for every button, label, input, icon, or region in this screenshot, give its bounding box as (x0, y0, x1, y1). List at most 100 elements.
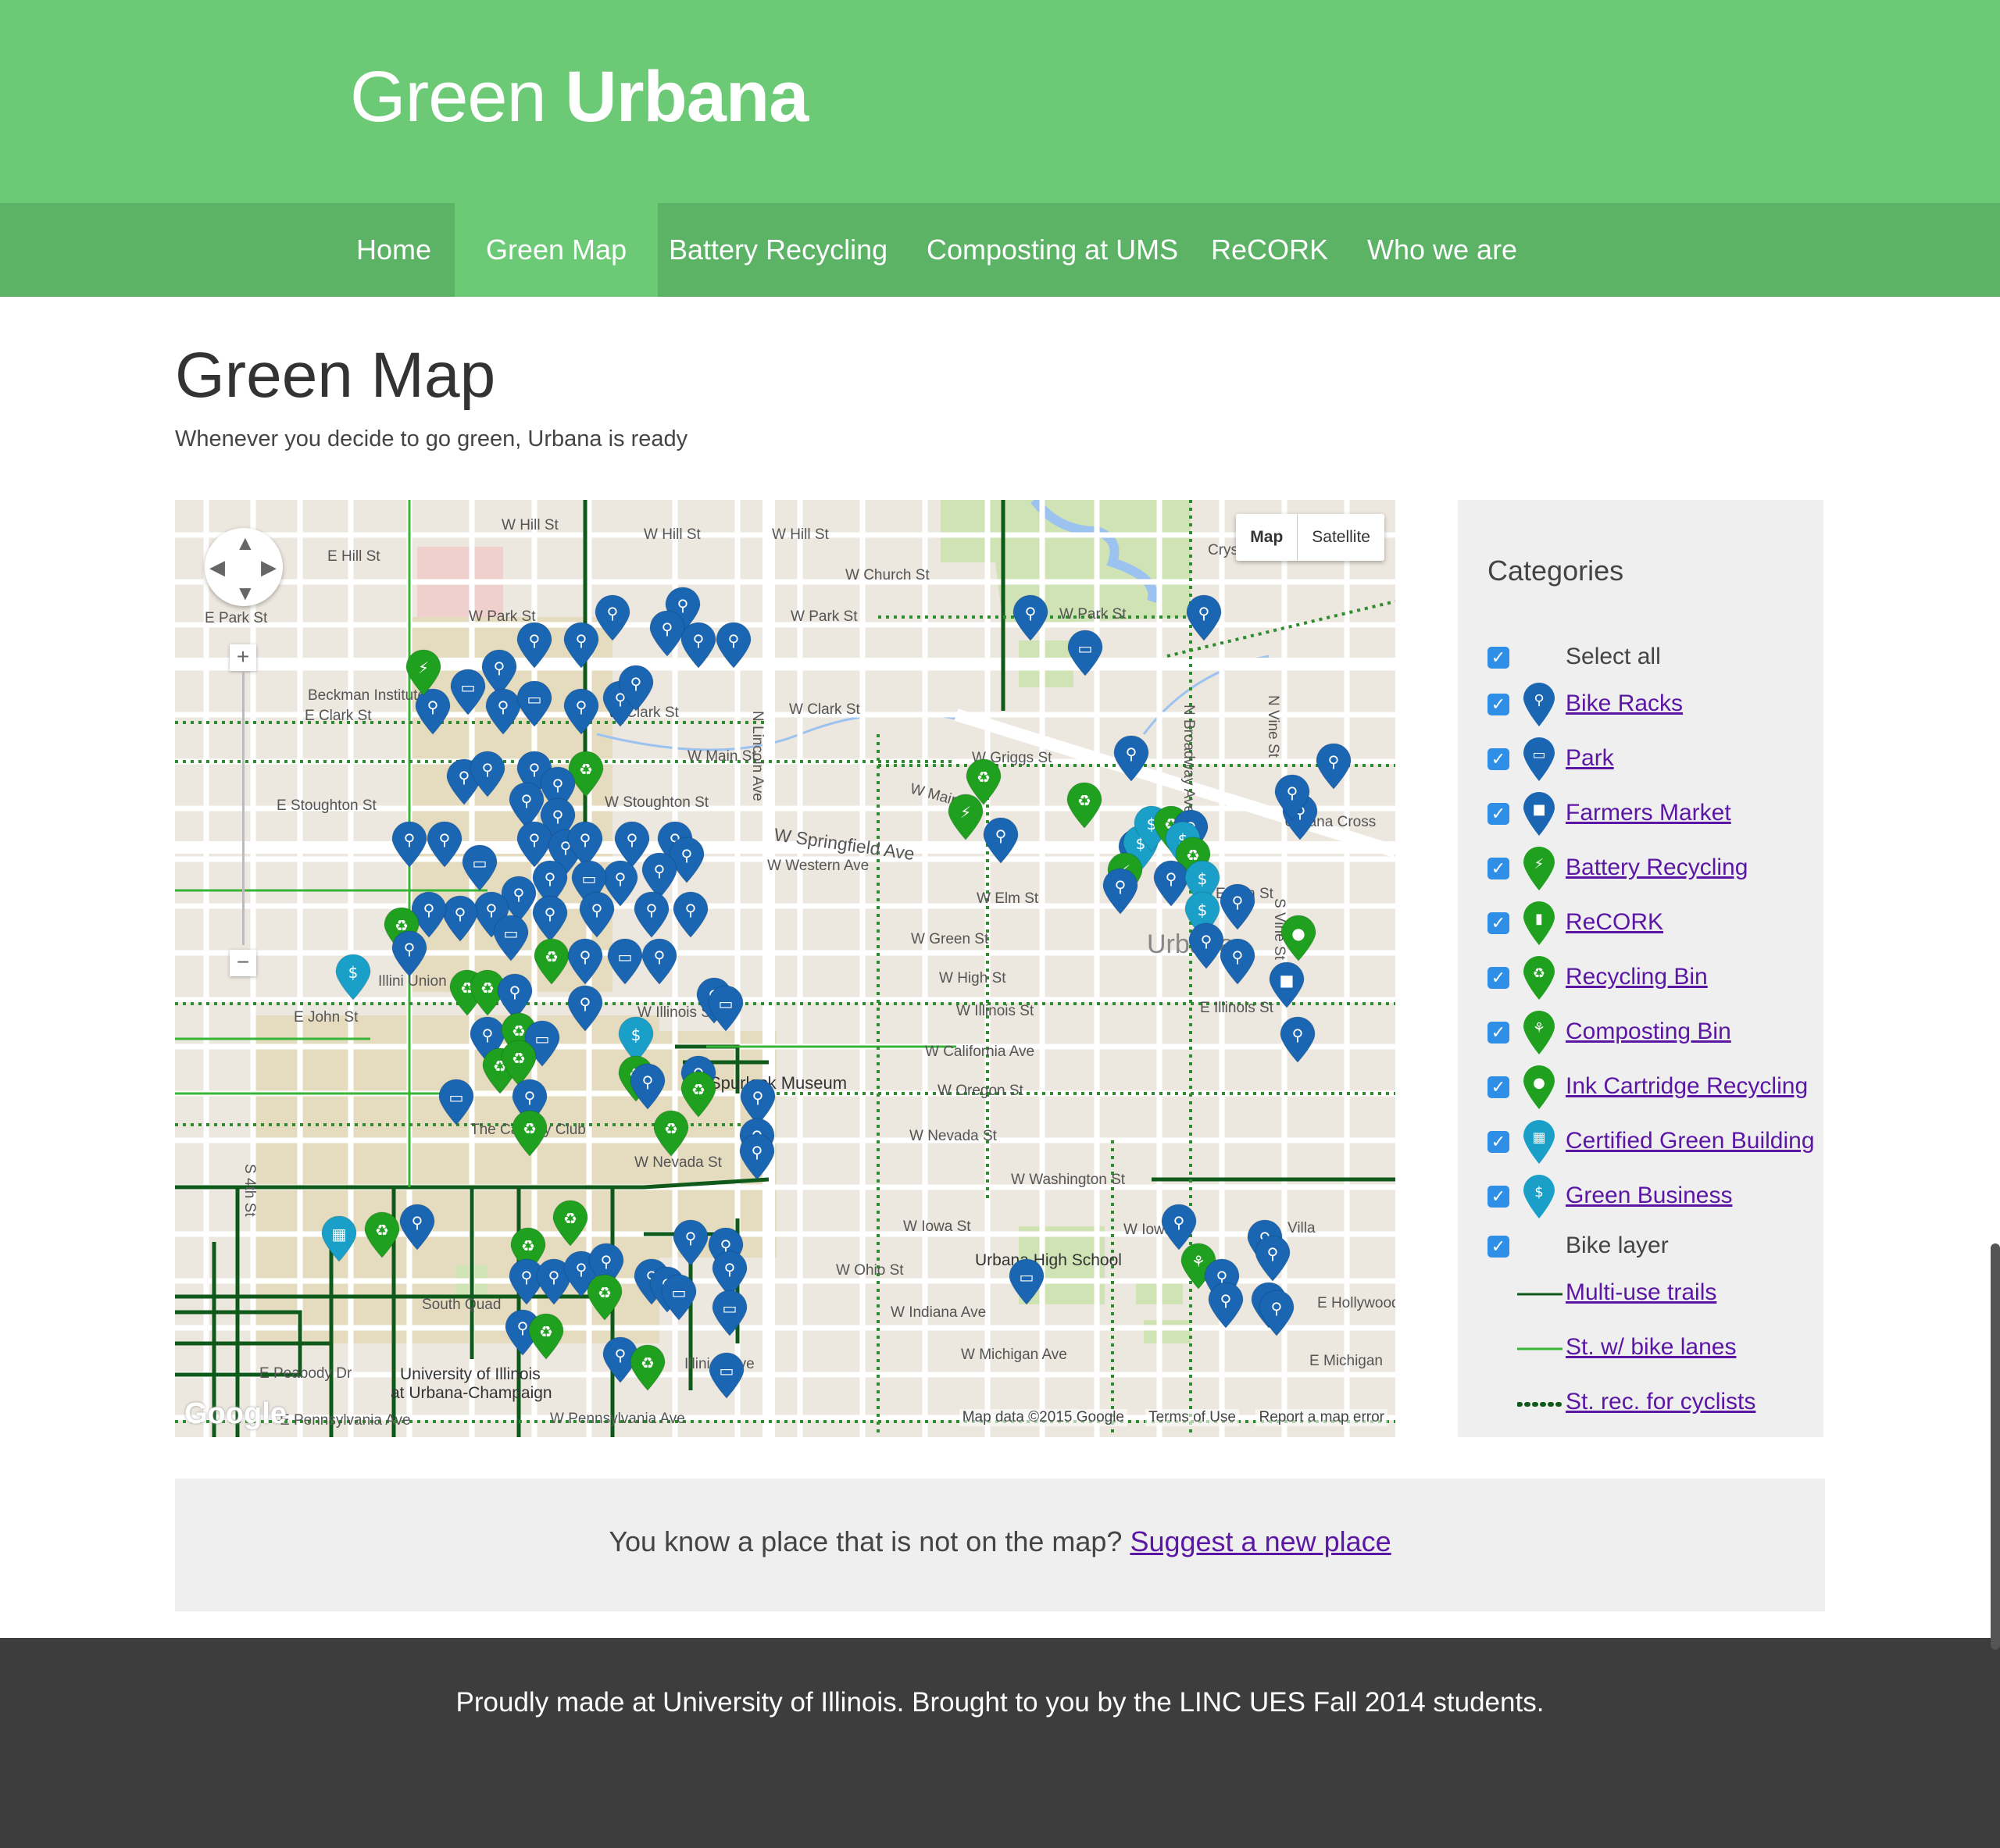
pan-left-icon[interactable]: ◀ (209, 557, 225, 577)
green-map[interactable]: W Hill St W Hill St W Hill St E Hill St … (175, 500, 1395, 1437)
pan-right-icon[interactable]: ▶ (261, 557, 277, 577)
park-marker[interactable]: ▭ (438, 1079, 474, 1126)
category-link[interactable]: Green Business (1566, 1183, 1732, 1209)
category-link[interactable]: Recycling Bin (1566, 964, 1708, 990)
bike-rack-marker[interactable]: ⚲ (1316, 743, 1352, 790)
category-checkbox[interactable]: ✓ (1488, 748, 1509, 770)
category-battery-recycling[interactable]: ✓ ⚡ Battery Recycling (1488, 845, 1816, 890)
bike-rack-marker[interactable]: ⚲ (1259, 1290, 1295, 1336)
category-checkbox[interactable]: ✓ (1488, 1131, 1509, 1153)
bike-rack-marker[interactable]: ⚲ (532, 895, 568, 942)
bike-rack-marker[interactable]: ⚲ (516, 622, 552, 669)
nav-battery-recycling[interactable]: Battery Recycling (638, 203, 919, 297)
bike-rack-marker[interactable]: ⚲ (579, 891, 615, 938)
bike-rack-marker[interactable]: ⚲ (427, 821, 462, 868)
bike-rack-marker[interactable]: ⚲ (1220, 938, 1255, 985)
bike-rack-marker[interactable]: ⚲ (680, 622, 716, 669)
category-link[interactable]: Bike Racks (1566, 690, 1683, 717)
category-link[interactable]: Composting Bin (1566, 1019, 1731, 1045)
bike-rack-marker[interactable]: ⚲ (509, 782, 545, 829)
marker-layer[interactable]: ⚲ ⚲ ⚲ ⚲ ⚲ ⚲ ⚲ ⚲ ▭ ⚲ ⚲ ▭ ⚲ ⚲ ⚲ ⚡ ♻ ⚲ ⚲ ⚲ ⚲ ⚲ ⚲ ⚲ ⚲ ▭ ⚲ ⚲ ⚲ ⚲ ⚲ ⚲ ⚲ ⚲ ▭ ⚲ ⚲ ⚲ ⚲ ⚲… (175, 500, 1395, 1437)
recycling-bin-marker[interactable]: ♻ (534, 938, 570, 985)
park-marker[interactable]: ▭ (450, 669, 486, 715)
category-checkbox[interactable]: ✓ (1488, 1186, 1509, 1208)
nav-home[interactable]: Home (325, 203, 462, 297)
bike-rack-marker[interactable]: ⚲ (630, 1063, 666, 1110)
bike-rack-marker[interactable]: ⚲ (415, 688, 451, 735)
bike-rack-marker[interactable]: ⚲ (563, 688, 599, 735)
category-checkbox[interactable]: ✓ (1488, 1022, 1509, 1044)
recycling-bin-marker[interactable]: ♻ (630, 1344, 666, 1391)
bike-rack-marker[interactable]: ⚲ (1102, 868, 1138, 915)
category-recycling-bin[interactable]: ✓ ♻ Recycling Bin (1488, 954, 1816, 1000)
zoom-out-button[interactable]: − (230, 950, 256, 976)
bike-rack-marker[interactable]: ⚲ (1153, 860, 1189, 907)
ink-cartridge-marker[interactable]: ● (1280, 915, 1316, 961)
select-all-row[interactable]: ✓ Select all (1488, 634, 1816, 678)
bike-rack-marker[interactable]: ⚲ (641, 938, 677, 985)
bike-rack-marker[interactable]: ⚲ (497, 973, 533, 1020)
green-business-marker[interactable]: $ (618, 1016, 654, 1063)
category-recork[interactable]: ✓ ▮ ReCORK (1488, 900, 1816, 945)
bike-rack-marker[interactable]: ⚲ (1186, 594, 1222, 641)
bike-rack-marker[interactable]: ⚲ (649, 610, 685, 657)
bike-rack-marker[interactable]: ⚲ (716, 622, 752, 669)
bike-rack-marker[interactable]: ⚲ (740, 1079, 776, 1126)
category-checkbox[interactable]: ✓ (1488, 967, 1509, 989)
bike-rack-marker[interactable]: ⚲ (567, 938, 603, 985)
recycling-bin-marker[interactable]: ♻ (1066, 782, 1102, 829)
category-link[interactable]: Ink Cartridge Recycling (1566, 1073, 1808, 1100)
google-logo[interactable]: Google (184, 1397, 287, 1431)
bike-rack-marker[interactable]: ⚲ (1255, 1235, 1291, 1282)
green-building-marker[interactable]: ▦ (321, 1215, 357, 1262)
nav-recork[interactable]: ReCORK (1180, 203, 1359, 297)
park-marker[interactable]: ▭ (708, 985, 744, 1032)
bike-rack-marker[interactable]: ⚲ (634, 891, 670, 938)
bike-rack-marker[interactable]: ⚲ (563, 622, 599, 669)
category-ink-cartridge-recycling[interactable]: ✓ ● Ink Cartridge Recycling (1488, 1064, 1816, 1109)
recommended-streets-link[interactable]: St. rec. for cyclists (1566, 1389, 1755, 1415)
bike-rack-marker[interactable]: ⚲ (1161, 1204, 1197, 1250)
recycling-bin-marker[interactable]: ♻ (512, 1110, 548, 1157)
bike-rack-marker[interactable]: ⚲ (391, 930, 427, 977)
bike-rack-marker[interactable]: ⚲ (673, 1219, 709, 1266)
recycling-bin-marker[interactable]: ♻ (364, 1211, 400, 1258)
category-checkbox[interactable]: ✓ (1488, 912, 1509, 934)
report-error-link[interactable]: Report a map error (1255, 1409, 1388, 1426)
battery-recycling-marker[interactable]: ⚡ (405, 649, 441, 696)
recycling-bin-marker[interactable]: ♻ (587, 1274, 623, 1321)
park-marker[interactable]: ▭ (462, 844, 498, 891)
bike-rack-marker[interactable]: ⚲ (739, 1133, 775, 1180)
recycling-bin-marker[interactable]: ♻ (528, 1313, 564, 1360)
recycling-bin-marker[interactable]: ♻ (653, 1110, 689, 1157)
category-bike-racks[interactable]: ✓ ⚲ Bike Racks (1488, 681, 1816, 726)
category-checkbox[interactable]: ✓ (1488, 803, 1509, 825)
category-link[interactable]: Park (1566, 745, 1614, 772)
bike-rack-marker[interactable]: ⚲ (1188, 922, 1224, 969)
category-link[interactable]: Farmers Market (1566, 800, 1731, 826)
pan-down-icon[interactable]: ▼ (235, 583, 255, 603)
bike-lanes-link[interactable]: St. w/ bike lanes (1566, 1334, 1736, 1361)
bike-rack-marker[interactable]: ⚲ (567, 985, 603, 1032)
category-link[interactable]: Certified Green Building (1566, 1128, 1815, 1154)
park-marker[interactable]: ▭ (493, 915, 529, 961)
bike-layer-row[interactable]: ✓ Bike layer (1488, 1223, 1816, 1267)
category-green-business[interactable]: ✓ $ Green Business (1488, 1173, 1816, 1218)
bike-rack-marker[interactable]: ⚲ (641, 852, 677, 899)
map-type-satellite-button[interactable]: Satellite (1298, 514, 1384, 561)
page-scrollbar-thumb[interactable] (1991, 1243, 2000, 1650)
legend-multi-use-trails[interactable]: Multi-use trails (1488, 1270, 1816, 1314)
bike-rack-marker[interactable]: ⚲ (983, 817, 1019, 864)
category-farmers-market[interactable]: ✓ ■ Farmers Market (1488, 790, 1816, 836)
farmers-market-marker[interactable]: ■ (1269, 961, 1305, 1008)
bike-layer-checkbox[interactable]: ✓ (1488, 1236, 1509, 1258)
bike-rack-marker[interactable]: ⚲ (399, 1204, 435, 1250)
bike-rack-marker[interactable]: ⚲ (1220, 883, 1255, 930)
park-marker[interactable]: ▭ (712, 1290, 748, 1336)
suggest-place-link[interactable]: Suggest a new place (1130, 1525, 1391, 1557)
bike-rack-marker[interactable]: ⚲ (614, 821, 650, 868)
green-business-marker[interactable]: $ (335, 954, 371, 1001)
battery-recycling-marker[interactable]: ⚡ (948, 794, 984, 840)
bike-rack-marker[interactable]: ⚲ (485, 688, 521, 735)
category-checkbox[interactable]: ✓ (1488, 858, 1509, 879)
